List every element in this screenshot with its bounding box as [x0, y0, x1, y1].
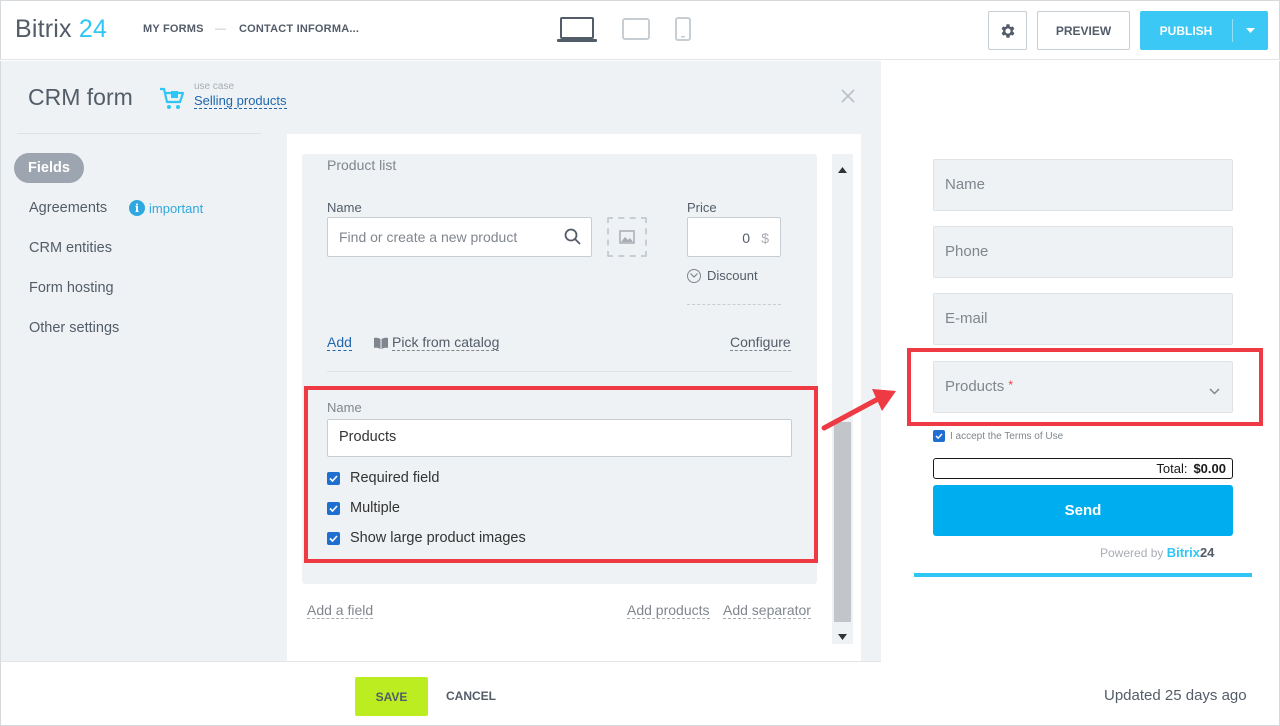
- form-preview: Name Phone E-mail Products * I accept th…: [881, 61, 1280, 726]
- breadcrumb-separator: —: [215, 23, 227, 35]
- breadcrumb-my-forms[interactable]: MY FORMS: [143, 23, 204, 35]
- highlight-box-preview: [907, 348, 1263, 426]
- cancel-button[interactable]: CANCEL: [446, 689, 496, 703]
- preview-name-field[interactable]: Name: [933, 159, 1233, 211]
- add-separator-link[interactable]: Add separator: [723, 602, 811, 619]
- chevron-down-circle-icon: [687, 268, 701, 283]
- preview-button[interactable]: PREVIEW: [1037, 11, 1130, 50]
- fields-panel: Product list Name Find or create a new p…: [287, 134, 861, 662]
- product-list-card: Product list Name Find or create a new p…: [302, 154, 818, 584]
- price-label: Price: [687, 200, 717, 215]
- settings-button[interactable]: [988, 11, 1027, 50]
- bitrix24-logo[interactable]: Bitrix 24: [15, 15, 107, 44]
- discount-label: Discount: [707, 268, 758, 283]
- pick-from-catalog-link[interactable]: Pick from catalog: [374, 334, 500, 351]
- breadcrumb-contact-information[interactable]: CONTACT INFORMA...: [239, 23, 359, 35]
- mobile-view-icon[interactable]: [675, 17, 691, 46]
- save-button[interactable]: SAVE: [355, 677, 428, 716]
- checkbox-checked-icon[interactable]: [933, 430, 945, 442]
- preview-email-field[interactable]: E-mail: [933, 293, 1233, 345]
- publish-button[interactable]: PUBLISH: [1140, 11, 1268, 50]
- top-bar: Bitrix 24 MY FORMS — CONTACT INFORMA... …: [0, 0, 1280, 60]
- currency-symbol: $: [761, 230, 769, 246]
- powered-by-brand: Bitrix: [1166, 545, 1200, 560]
- scroll-thumb[interactable]: [834, 422, 851, 622]
- scroll-up-icon[interactable]: [838, 160, 847, 178]
- configure-link[interactable]: Configure: [730, 334, 791, 351]
- discount-divider: [687, 304, 781, 305]
- price-value: 0: [742, 230, 750, 246]
- discount-toggle[interactable]: Discount: [687, 268, 758, 283]
- preview-accent-line: [914, 573, 1252, 577]
- terms-label: I accept the Terms of Use: [950, 430, 1064, 442]
- add-product-link[interactable]: Add: [327, 334, 352, 351]
- sidebar-item-fields[interactable]: Fields: [14, 153, 84, 183]
- use-case-caption: use case: [194, 81, 235, 92]
- image-placeholder-icon[interactable]: [607, 217, 647, 257]
- card-divider: [327, 371, 792, 372]
- add-field-link[interactable]: Add a field: [307, 602, 374, 619]
- product-list-title: Product list: [327, 157, 397, 173]
- sidebar-item-crm-entities[interactable]: CRM entities: [29, 240, 112, 256]
- info-icon: i: [129, 200, 145, 216]
- page-title: CRM form: [28, 84, 133, 110]
- bottom-action-bar: SAVE CANCEL: [0, 661, 881, 726]
- price-input[interactable]: 0 $: [687, 217, 781, 257]
- scroll-down-icon[interactable]: [838, 627, 847, 645]
- publish-label[interactable]: PUBLISH: [1140, 11, 1232, 50]
- important-label: important: [149, 200, 204, 216]
- cart-icon: [159, 87, 185, 116]
- highlight-arrow-icon: [821, 389, 896, 431]
- terms-checkbox[interactable]: I accept the Terms of Use: [933, 430, 1063, 442]
- sidebar-item-other-settings[interactable]: Other settings: [29, 320, 119, 336]
- important-badge[interactable]: i important: [129, 200, 203, 216]
- name-label: Name: [327, 200, 362, 215]
- product-search-input[interactable]: Find or create a new product: [327, 217, 592, 257]
- powered-by[interactable]: Powered by Bitrix24: [1100, 545, 1214, 560]
- chevron-down-icon[interactable]: [1233, 11, 1268, 50]
- powered-by-number: 24: [1199, 545, 1215, 560]
- add-products-link[interactable]: Add products: [627, 602, 710, 619]
- send-button[interactable]: Send: [933, 485, 1233, 536]
- product-search-placeholder: Find or create a new product: [339, 229, 518, 245]
- powered-by-text: Powered by: [1100, 546, 1164, 560]
- gear-icon: [1001, 23, 1014, 38]
- highlight-box-settings: [304, 386, 818, 563]
- search-icon[interactable]: [564, 228, 581, 250]
- logo-number: 24: [78, 15, 108, 43]
- total-label: Total:: [1156, 461, 1188, 476]
- total-box: Total: $0.00: [933, 458, 1233, 479]
- total-value: $0.00: [1193, 461, 1226, 476]
- sidebar-item-form-hosting[interactable]: Form hosting: [29, 280, 114, 296]
- sidebar-item-agreements[interactable]: Agreements: [29, 200, 107, 216]
- tablet-view-icon[interactable]: [622, 18, 650, 45]
- desktop-view-icon[interactable]: [557, 17, 597, 48]
- updated-timestamp: Updated 25 days ago: [1104, 687, 1247, 704]
- logo-text: Bitrix: [15, 15, 72, 43]
- editor-area: CRM form use case Selling products Field…: [0, 61, 881, 662]
- use-case-link[interactable]: Selling products: [194, 94, 287, 109]
- book-icon: [374, 337, 388, 349]
- sidebar-divider: [17, 133, 261, 134]
- preview-phone-field[interactable]: Phone: [933, 226, 1233, 278]
- pick-from-catalog-label: Pick from catalog: [392, 334, 500, 351]
- close-icon[interactable]: [841, 89, 855, 108]
